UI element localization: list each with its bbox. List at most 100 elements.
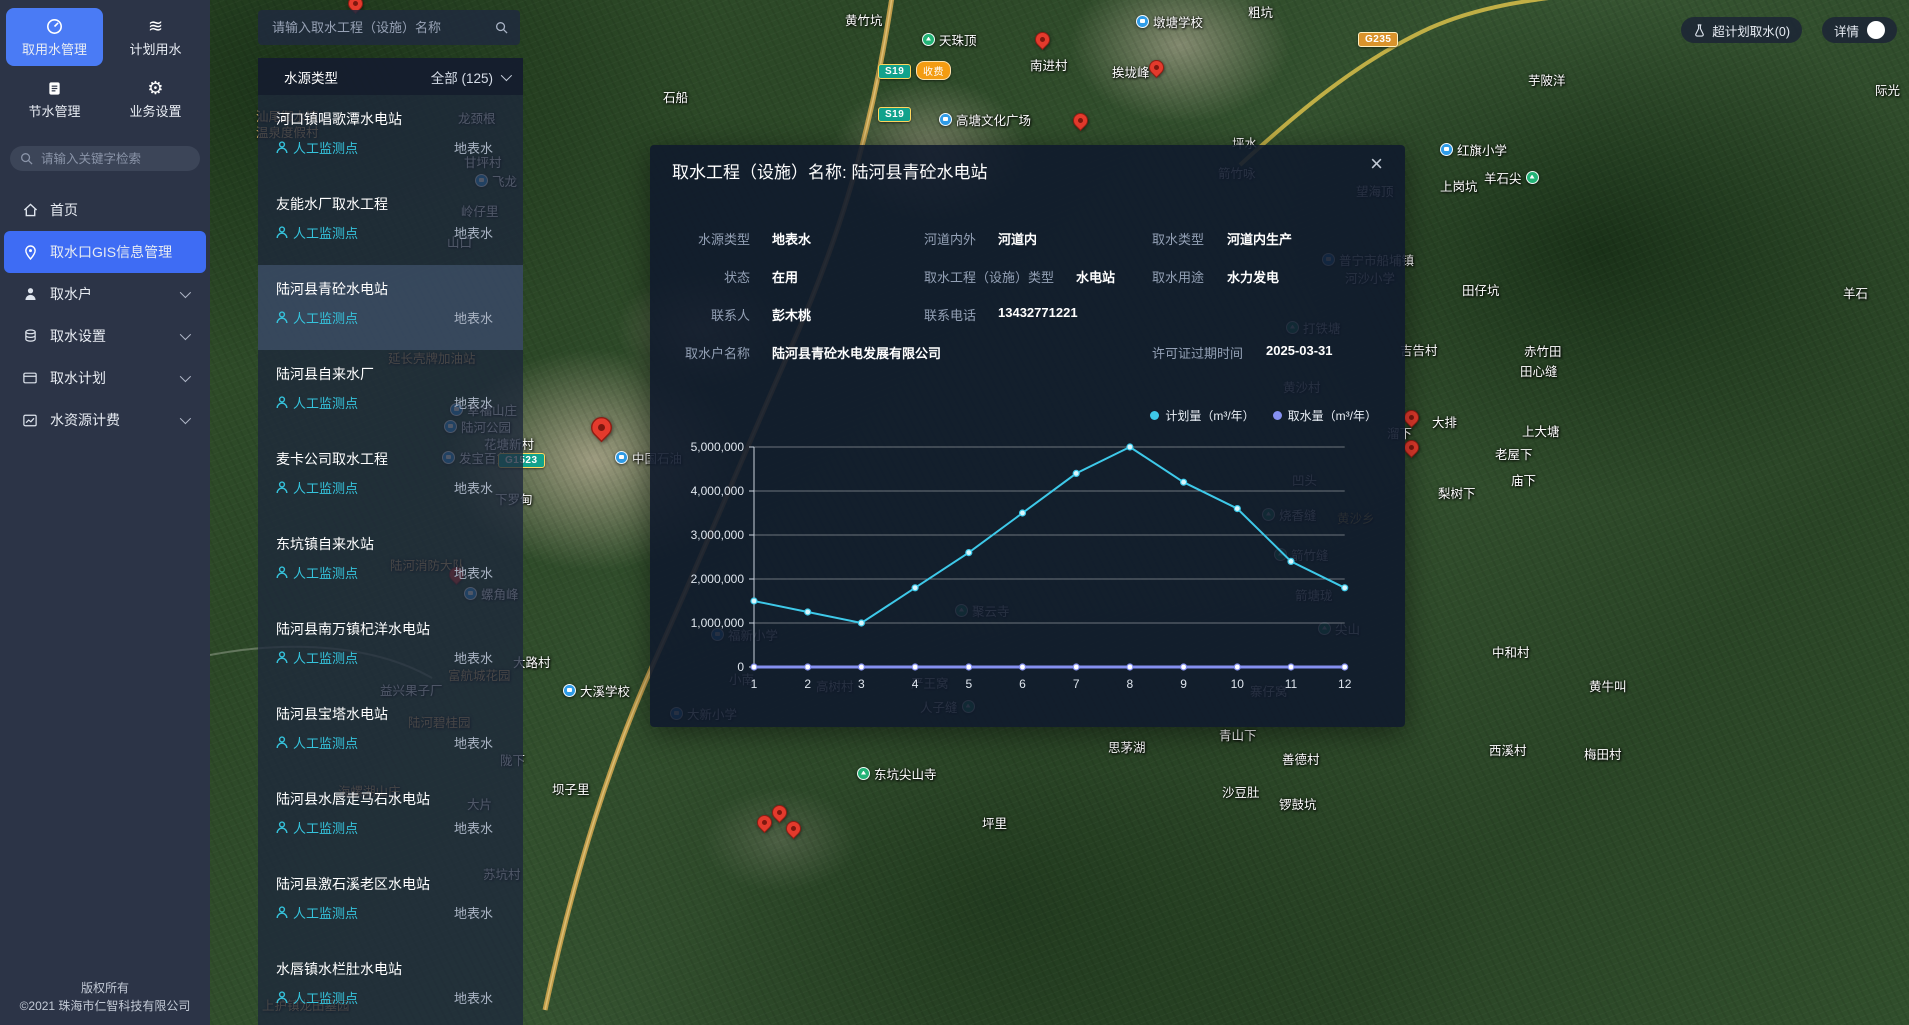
road-shield: S19 xyxy=(878,107,911,122)
close-icon[interactable]: × xyxy=(1370,153,1383,175)
legend-item[interactable]: 计划量（m³/年） xyxy=(1150,407,1254,424)
station-list-item[interactable]: 陆河县南万镇杞洋水电站 人工监测点 地表水 xyxy=(258,605,523,690)
gear-icon: ⚙ xyxy=(147,78,163,98)
water-source-label: 地表水 xyxy=(454,223,493,242)
chevron-down-icon xyxy=(180,413,191,424)
station-list-item[interactable]: 陆河县水唇走马石水电站 人工监测点 地表水 xyxy=(258,775,523,860)
filter-value: 全部 (125) xyxy=(431,67,493,87)
map-place-name: 芋陂洋 xyxy=(1528,70,1566,89)
map-place-label: 上岗坑 xyxy=(1440,176,1478,195)
map-place-name: 田心缝 xyxy=(1520,361,1558,380)
sidebar-search xyxy=(10,146,200,171)
water-source-label: 地表水 xyxy=(454,818,493,837)
map-place-label: 田仔坑 xyxy=(1462,280,1500,299)
menu-item-water-billing[interactable]: 水资源计费 xyxy=(4,399,206,441)
monitor-label: 人工监测点 xyxy=(293,903,358,922)
menu-item-water-users[interactable]: 取水户 xyxy=(4,273,206,315)
map-pin-icon[interactable] xyxy=(587,413,617,443)
legend-item[interactable]: 取水量（m³/年） xyxy=(1273,407,1377,424)
chart-icon xyxy=(22,414,38,427)
map-pin-icon[interactable] xyxy=(1032,29,1053,50)
sidebar-search-input[interactable] xyxy=(39,151,204,167)
person-icon xyxy=(276,821,288,834)
map-place-name: 黄竹坑 xyxy=(845,10,883,29)
station-list-item[interactable]: 麦卡公司取水工程 人工监测点 地表水 xyxy=(258,435,523,520)
poi-icon xyxy=(563,684,576,697)
map-pin-icon[interactable] xyxy=(783,818,804,839)
station-list-item[interactable]: 河口镇唱歌潭水电站 人工监测点 地表水 xyxy=(258,95,523,180)
tile-planned-water[interactable]: ≋ 计划用水 xyxy=(107,8,204,66)
monitor-type: 人工监测点 xyxy=(276,223,358,242)
station-name: 河口镇唱歌潭水电站 xyxy=(276,109,505,129)
menu-item-water-plans[interactable]: 取水计划 xyxy=(4,357,206,399)
station-list-item[interactable]: 水唇镇水栏肚水电站 人工监测点 地表水 xyxy=(258,945,523,1025)
gauge-icon xyxy=(46,16,63,36)
menu-item-water-settings[interactable]: 取水设置 xyxy=(4,315,206,357)
over-plan-button[interactable]: 超计划取水(0) xyxy=(1681,17,1802,43)
station-list: 河口镇唱歌潭水电站 人工监测点 地表水 友能水厂取水工 xyxy=(258,95,523,1025)
monitor-type: 人工监测点 xyxy=(276,563,358,582)
chevron-down-icon xyxy=(501,69,512,80)
map-place-name: 红旗小学 xyxy=(1457,140,1507,159)
station-list-item[interactable]: 陆河县青砼水电站 人工监测点 地表水 xyxy=(258,265,523,350)
station-detail-modal: 取水工程（设施）名称: 陆河县青砼水电站 × 水源类型 地表水 河道内外 河道内… xyxy=(650,145,1405,727)
sidebar: 取用水管理 ≋ 计划用水 节水管理 ⚙ 业务设置 xyxy=(0,0,210,1025)
field-label: 取水工程（设施）类型 xyxy=(924,267,1054,286)
toggle-knob xyxy=(1867,21,1885,39)
station-list-item[interactable]: 友能水厂取水工程 人工监测点 地表水 xyxy=(258,180,523,265)
svg-text:7: 7 xyxy=(1073,677,1080,691)
map-place-label: 挨垅峰 xyxy=(1112,62,1150,81)
monitor-type: 人工监测点 xyxy=(276,733,358,752)
monitor-label: 人工监测点 xyxy=(293,648,358,667)
monitor-type: 人工监测点 xyxy=(276,138,358,157)
map-place-name: 上岗坑 xyxy=(1440,176,1478,195)
map-place-label: 墩塘学校 xyxy=(1136,12,1203,31)
water-source-label: 地表水 xyxy=(454,308,493,327)
menu-item-gis-management[interactable]: 取水口GIS信息管理 xyxy=(4,231,206,273)
station-list-item[interactable]: 陆河县宝塔水电站 人工监测点 地表水 xyxy=(258,690,523,775)
menu-label: 取水设置 xyxy=(50,326,106,346)
field-label: 联系电话 xyxy=(924,305,976,324)
copyright-line2: ©2021 珠海市仁智科技有限公司 xyxy=(0,997,210,1015)
menu-label: 首页 xyxy=(50,200,78,220)
tile-water-use-management[interactable]: 取用水管理 xyxy=(6,8,103,66)
station-list-item[interactable]: 陆河县自来水厂 人工监测点 地表水 xyxy=(258,350,523,435)
person-icon xyxy=(276,141,288,154)
station-list-item[interactable]: 东坑镇自来水站 人工监测点 地表水 xyxy=(258,520,523,605)
station-list-item[interactable]: 陆河县激石溪老区水电站 人工监测点 地表水 xyxy=(258,860,523,945)
detail-toggle[interactable]: 详情 xyxy=(1822,17,1897,43)
map-place-label: 上大塘 xyxy=(1522,421,1560,440)
field-value: 河道内 xyxy=(998,229,1037,248)
map-place-name: 羊石 xyxy=(1843,283,1868,302)
station-name: 友能水厂取水工程 xyxy=(276,194,505,214)
menu-item-home[interactable]: 首页 xyxy=(4,189,206,231)
monitor-label: 人工监测点 xyxy=(293,138,358,157)
modal-title: 取水工程（设施）名称: 陆河县青砼水电站 xyxy=(672,158,987,183)
person-icon xyxy=(276,396,288,409)
person-icon xyxy=(276,906,288,919)
map-pin-icon[interactable] xyxy=(1070,110,1091,131)
poi-icon xyxy=(922,33,935,46)
source-type-filter[interactable]: 全部 (125) xyxy=(431,67,509,87)
station-search-input[interactable] xyxy=(270,19,487,36)
map-place-label: 梨树下 xyxy=(1438,483,1476,502)
monitor-type: 人工监测点 xyxy=(276,648,358,667)
menu-label: 取水户 xyxy=(50,284,92,304)
station-name: 陆河县激石溪老区水电站 xyxy=(276,874,505,894)
poi-icon xyxy=(615,451,628,464)
map-place-label: 高塘文化广场 xyxy=(939,110,1031,129)
poi-icon xyxy=(1440,143,1453,156)
info-row: 状态 在用 取水工程（设施）类型 水电站 取水用途 水力发电 xyxy=(650,257,1405,295)
map-place-label: 善德村 xyxy=(1282,749,1320,768)
map-place-name: 中和村 xyxy=(1492,642,1530,661)
tile-business-settings[interactable]: ⚙ 业务设置 xyxy=(107,70,204,128)
menu-label: 取水计划 xyxy=(50,368,106,388)
map-place-label: 羊石 xyxy=(1843,283,1868,302)
menu-label: 水资源计费 xyxy=(50,410,120,430)
chevron-down-icon xyxy=(180,371,191,382)
map-place-label: 芋陂洋 xyxy=(1528,70,1566,89)
info-row: 联系人 彭木桃 联系电话 13432771221 xyxy=(650,295,1405,333)
tile-water-saving[interactable]: 节水管理 xyxy=(6,70,103,128)
map-place-name: 青山下 xyxy=(1219,725,1257,744)
search-icon[interactable] xyxy=(495,21,508,34)
